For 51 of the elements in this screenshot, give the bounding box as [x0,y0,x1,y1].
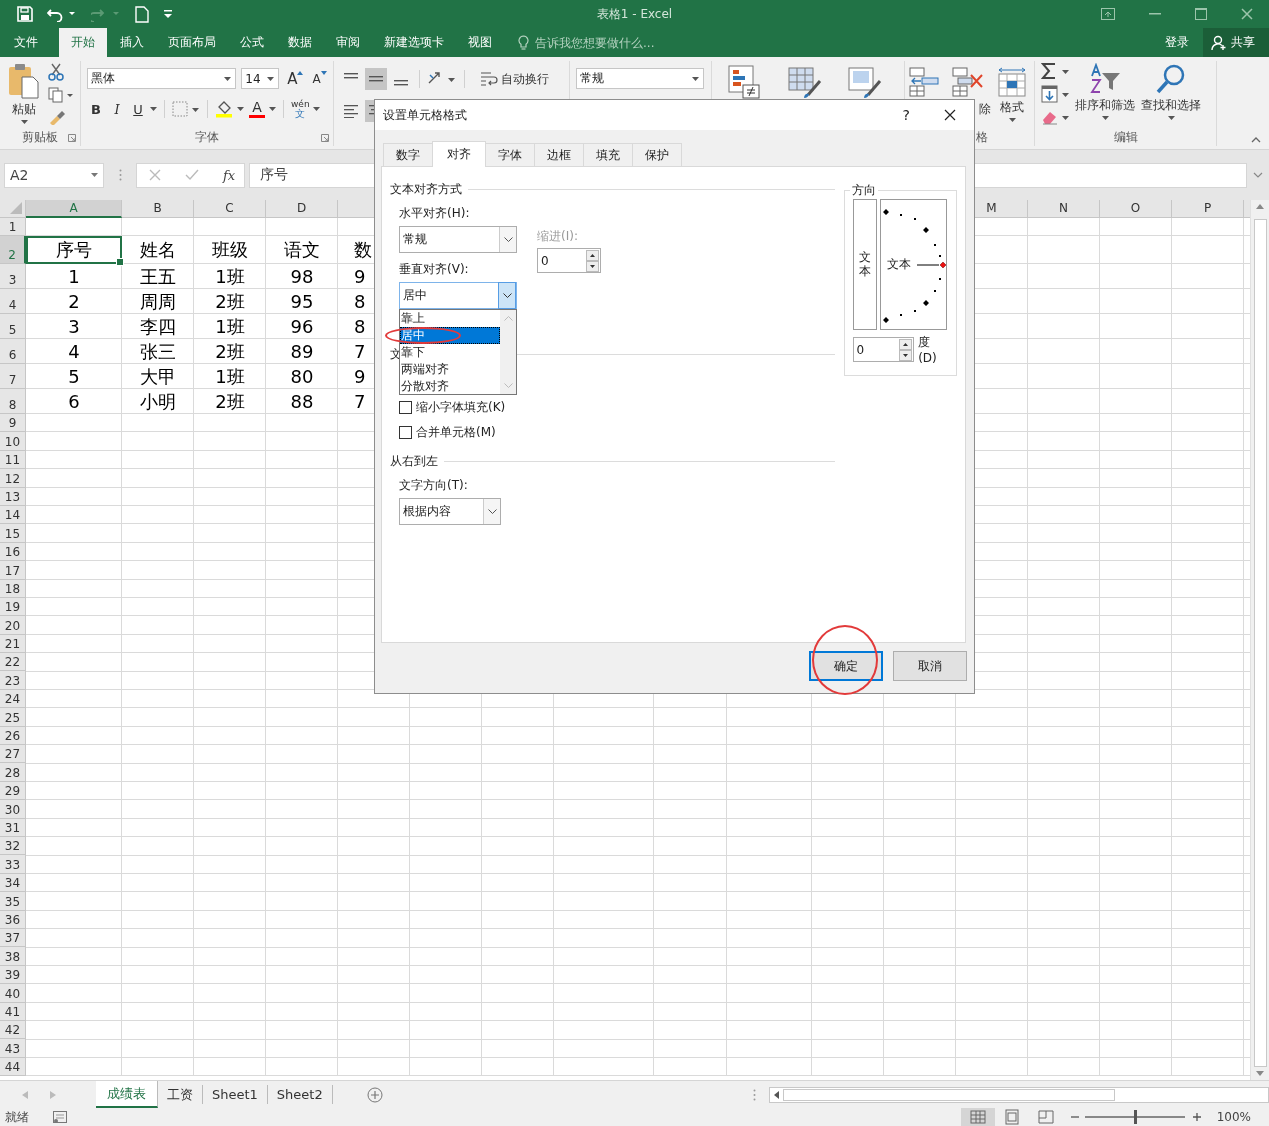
table-cell-text: 周周 [139,289,177,314]
table-cell-text: 3 [67,315,81,339]
group-label: 字体 [194,129,220,146]
section-heading: 文本对齐方式 [390,180,462,198]
table-cell-text: 96 [289,315,315,339]
table-cell-text: 1班 [214,314,246,339]
table-cell-text: 9 [353,265,367,289]
section-heading: 方向 [849,182,878,199]
group-label: 剪贴板 [21,129,59,146]
orientation-text: 文本 [886,256,911,273]
table-cell-text: 语文 [283,238,321,262]
table-cell-text: 98 [289,265,315,289]
window-title: 表格1 - Excel [595,5,674,23]
table-cell-text: 2班 [214,389,246,414]
table-cell-text: 小明 [139,389,177,414]
table-cell-text: 李四 [139,314,177,339]
table-cell-text: 8 [353,290,367,314]
table-cell-text: 80 [289,365,315,389]
table-cell-text: 2 [67,290,81,314]
table-cell-text: 95 [289,290,315,314]
table-cell-text: 7 [353,340,367,364]
table-cell-text: 1班 [214,264,246,289]
table-cell-text: 张三 [139,339,177,364]
dialog-title: 设置单元格格式 [383,106,467,124]
table-cell-text: 88 [289,390,315,414]
table-cell-text: 2班 [214,289,246,314]
table-cell-text: 8 [353,315,367,339]
table-cell-text: 班级 [211,238,249,262]
group-label: 格 [975,129,989,146]
status-text: 就绪 [5,1108,29,1126]
table-cell-text: 9 [353,365,367,389]
table-cell-text: 2班 [214,339,246,364]
field-label: 缩进(I): [537,228,579,244]
table-cell-text: 大甲 [139,364,177,389]
section-heading: 从右到左 [390,452,438,470]
table-cell-text: 王五 [139,264,177,289]
group-label: 编辑 [1112,129,1139,146]
table-cell-text: 7 [353,390,367,414]
field-label: 文字方向(T): [399,477,469,493]
table-cell-text: 6 [67,390,81,414]
table-cell-text: 89 [289,340,315,364]
table-cell-text: 1班 [214,364,246,389]
table-cell-text: 姓名 [139,238,177,262]
field-label: 度(D) [918,334,938,365]
table-cell-text: 数 [353,238,373,262]
field-label: 垂直对齐(V): [399,261,470,277]
table-cell-text: 1 [67,265,81,289]
table-cell-text: 5 [67,365,81,389]
table-cell-text: 4 [67,340,81,364]
table-cell: 序号 [26,236,122,264]
field-label: 水平对齐(H): [399,205,471,221]
